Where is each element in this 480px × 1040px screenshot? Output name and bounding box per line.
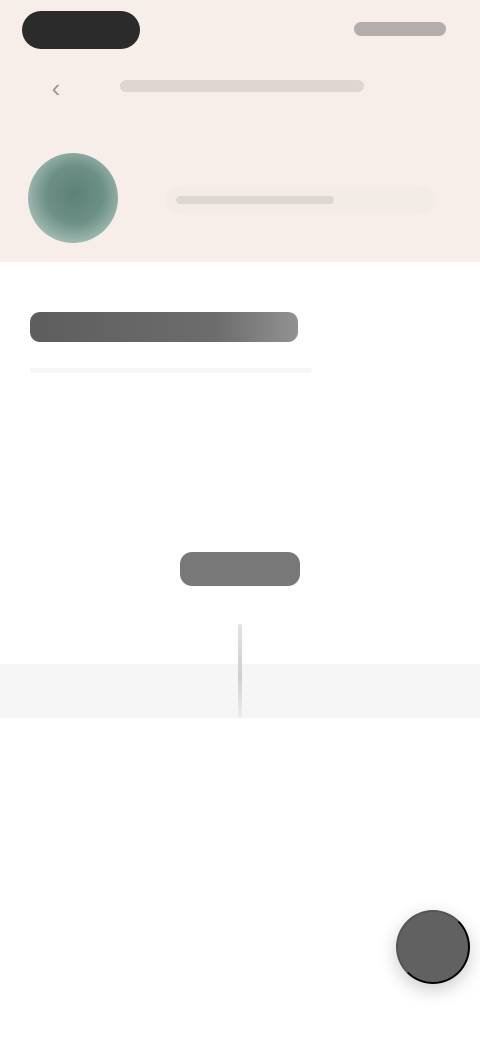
avatar[interactable] (28, 153, 118, 243)
loading-indicator (238, 624, 242, 718)
status-pill (22, 11, 140, 49)
center-label (180, 552, 300, 586)
profile-name-line (176, 196, 334, 204)
app-screen: ‹ (0, 0, 480, 1040)
fab-icon (398, 912, 468, 982)
section-subline (30, 368, 312, 373)
floating-action-button[interactable] (396, 910, 470, 984)
section-heading (30, 312, 298, 342)
header-caption (120, 80, 364, 92)
status-icons (354, 22, 446, 36)
back-arrow-icon[interactable]: ‹ (40, 72, 72, 104)
status-bar (0, 0, 480, 60)
